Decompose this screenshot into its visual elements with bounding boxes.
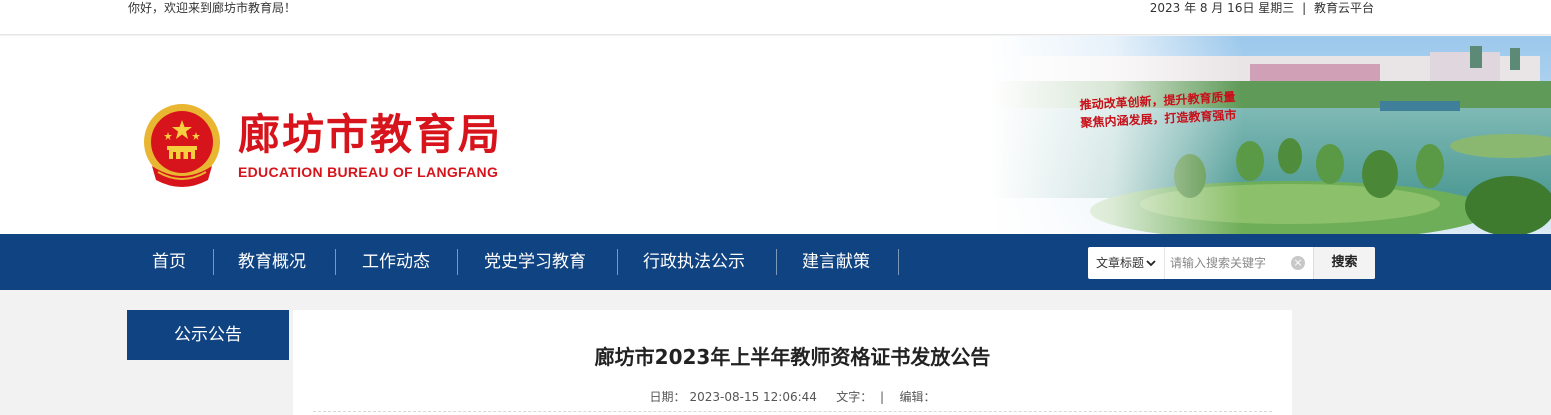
- editor-label: 编辑：: [899, 390, 936, 404]
- text-label: 文字：: [836, 390, 873, 404]
- nav-item-enforcement[interactable]: 行政执法公示: [643, 234, 745, 290]
- nav-item-suggestions[interactable]: 建言献策: [802, 234, 870, 290]
- nav-item-home[interactable]: 首页: [152, 234, 186, 290]
- topbar-right: 2023 年 8 月 16日 星期三 | 教育云平台: [1150, 0, 1374, 17]
- welcome-text: 你好，欢迎来到廊坊市教育局！: [128, 1, 297, 15]
- sidebar-title[interactable]: 公示公告: [127, 310, 289, 360]
- current-date: 2023 年 8 月 16日 星期三: [1149, 1, 1295, 15]
- nav-item-party-history[interactable]: 党史学习教育: [484, 234, 586, 290]
- article-divider: [313, 411, 1272, 412]
- meta-separator: |: [880, 390, 885, 404]
- search-scope-select[interactable]: 文章标题: [1088, 247, 1165, 279]
- national-emblem-icon[interactable]: [140, 102, 224, 188]
- nav-divider: [213, 249, 214, 275]
- date-label: 日期：: [649, 390, 686, 404]
- nav-divider: [776, 249, 777, 275]
- article-panel: 廊坊市2023年上半年教师资格证书发放公告 日期： 2023-08-15 12:0…: [293, 310, 1292, 415]
- education-cloud-link[interactable]: 教育云平台: [1314, 1, 1374, 15]
- nav-divider: [617, 249, 618, 275]
- nav-item-news[interactable]: 工作动态: [362, 234, 430, 290]
- search-button[interactable]: 搜索: [1313, 247, 1375, 279]
- site-header: 廊坊市教育局 EDUCATION BUREAU OF LANGFANG 推动改革…: [0, 36, 1551, 234]
- search-input[interactable]: [1170, 251, 1292, 275]
- nav-divider: [335, 249, 336, 275]
- article-meta: 日期： 2023-08-15 12:06:44 文字： | 编辑：: [293, 388, 1292, 406]
- search-scope-value: 文章标题: [1096, 256, 1145, 270]
- site-title-en: EDUCATION BUREAU OF LANGFANG: [238, 164, 499, 180]
- banner-landscape-image: [990, 36, 1551, 234]
- nav-divider: [457, 249, 458, 275]
- nav-divider: [898, 249, 899, 275]
- clear-icon[interactable]: ×: [1291, 256, 1305, 270]
- site-title-cn[interactable]: 廊坊市教育局: [238, 109, 502, 161]
- article-title: 廊坊市2023年上半年教师资格证书发放公告: [594, 345, 991, 369]
- top-strip: 你好，欢迎来到廊坊市教育局！ 2023 年 8 月 16日 星期三 | 教育云平…: [0, 0, 1551, 35]
- nav-item-overview[interactable]: 教育概况: [238, 234, 306, 290]
- topbar-separator: |: [1302, 1, 1307, 15]
- publish-date: 2023-08-15 12:06:44: [689, 390, 817, 404]
- chevron-down-icon: [1146, 260, 1156, 267]
